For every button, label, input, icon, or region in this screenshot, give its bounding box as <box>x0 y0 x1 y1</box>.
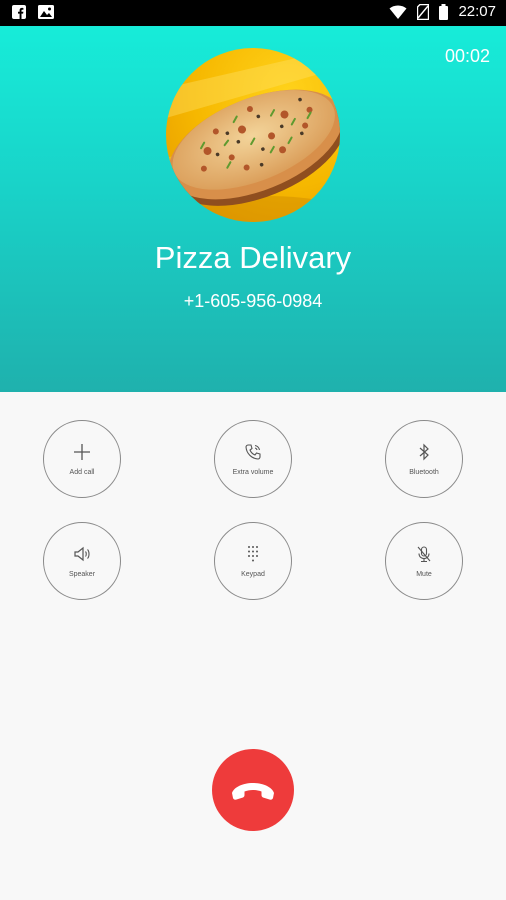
keypad-icon <box>248 546 258 562</box>
keypad-label: Keypad <box>241 571 265 578</box>
bluetooth-label: Bluetooth <box>409 469 439 476</box>
speaker-label: Speaker <box>68 571 96 578</box>
extra-volume-button[interactable]: Extra volume <box>214 420 292 498</box>
facebook-icon <box>12 5 26 19</box>
contact-avatar <box>166 48 340 222</box>
mic-off-icon <box>417 546 431 563</box>
call-timer: 00:02 <box>444 46 490 66</box>
call-header: 00:02 Pizza Delivary +1-605-956-0984 <box>0 26 506 392</box>
status-bar: 22:07 <box>0 0 506 26</box>
status-bar-left <box>12 5 54 19</box>
contact-name: Pizza Delivary <box>154 240 352 275</box>
mute-label: Mute <box>416 571 432 578</box>
extra-volume-label: Extra volume <box>232 469 274 476</box>
speaker-icon <box>74 546 90 562</box>
image-icon <box>38 5 54 19</box>
add-call-button[interactable]: Add call <box>43 420 121 498</box>
keypad-button[interactable]: Keypad <box>214 522 292 600</box>
bluetooth-icon <box>419 443 429 461</box>
hang-up-icon <box>232 783 274 800</box>
pizza-image <box>166 48 340 222</box>
contact-phone-number: +1-605-956-0984 <box>183 291 323 311</box>
plus-icon <box>74 444 90 460</box>
battery-icon <box>439 3 449 20</box>
status-time: 22:07 <box>458 3 496 20</box>
mute-button[interactable]: Mute <box>385 522 463 600</box>
phone-volume-icon <box>245 444 261 460</box>
wifi-icon <box>389 5 407 19</box>
bluetooth-button[interactable]: Bluetooth <box>385 420 463 498</box>
status-bar-right: 22:07 <box>389 3 496 20</box>
end-call-button[interactable] <box>212 749 294 831</box>
add-call-label: Add call <box>69 469 95 476</box>
no-sim-icon <box>417 3 430 20</box>
speaker-button[interactable]: Speaker <box>43 522 121 600</box>
